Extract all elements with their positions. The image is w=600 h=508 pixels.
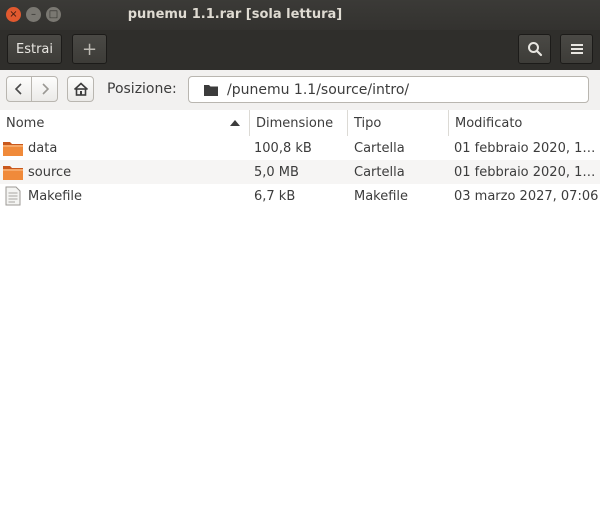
file-row[interactable]: Makefile 6,7 kB Makefile 03 marzo 2027, … xyxy=(0,184,600,208)
file-name: source xyxy=(28,164,72,180)
search-icon xyxy=(527,42,542,57)
column-header-size-label: Dimensione xyxy=(256,115,334,131)
file-size: 6,7 kB xyxy=(254,188,296,204)
file-type: Cartella xyxy=(354,140,405,156)
file-row[interactable]: data 100,8 kB Cartella 01 febbraio 2020,… xyxy=(0,136,600,160)
hamburger-menu-icon xyxy=(570,44,583,54)
location-field[interactable]: /punemu 1.1/source/intro/ xyxy=(188,76,589,103)
file-type: Makefile xyxy=(354,188,409,204)
location-path: /punemu 1.1/source/intro/ xyxy=(227,81,410,98)
forward-button[interactable] xyxy=(31,76,58,102)
file-size: 5,0 MB xyxy=(254,164,299,180)
search-button[interactable] xyxy=(518,34,551,64)
column-header-type[interactable]: Tipo xyxy=(348,110,449,136)
file-row[interactable]: source 5,0 MB Cartella 01 febbraio 2020,… xyxy=(0,160,600,184)
file-modified: 01 febbraio 2020, 1… xyxy=(454,140,596,156)
title-bar: × – □ punemu 1.1.rar [sola lettura] xyxy=(0,0,600,30)
main-menu-button[interactable] xyxy=(560,34,593,64)
folder-icon xyxy=(3,166,23,180)
extract-button-label: Estrai xyxy=(15,41,53,57)
location-label: Posizione: xyxy=(107,81,177,97)
back-button[interactable] xyxy=(6,76,32,102)
file-modified: 03 marzo 2027, 07:06 xyxy=(454,188,599,204)
column-header-modified[interactable]: Modificato xyxy=(449,110,600,136)
chevron-left-icon xyxy=(14,83,22,95)
folder-icon xyxy=(3,142,23,156)
sort-ascending-icon xyxy=(230,120,240,126)
text-file-icon xyxy=(5,186,21,206)
file-list-header: Nome Dimensione Tipo Modificato xyxy=(0,110,600,137)
file-type: Cartella xyxy=(354,164,405,180)
column-header-modified-label: Modificato xyxy=(455,115,523,131)
extract-button[interactable]: Estrai xyxy=(7,34,62,64)
header-toolbar: Estrai + xyxy=(0,30,600,70)
home-button[interactable] xyxy=(67,76,94,102)
column-header-type-label: Tipo xyxy=(354,115,382,131)
home-icon xyxy=(73,82,88,96)
file-name: data xyxy=(28,140,58,156)
folder-icon xyxy=(204,84,218,96)
chevron-right-icon xyxy=(41,83,49,95)
location-bar: Posizione: /punemu 1.1/source/intro/ xyxy=(0,70,600,111)
add-icon: + xyxy=(81,38,98,60)
file-size: 100,8 kB xyxy=(254,140,312,156)
file-modified: 01 febbraio 2020, 1… xyxy=(454,164,596,180)
column-header-name-label: Nome xyxy=(6,115,45,131)
column-header-name[interactable]: Nome xyxy=(0,110,250,136)
window-title: punemu 1.1.rar [sola lettura] xyxy=(127,7,343,22)
file-name: Makefile xyxy=(28,188,83,204)
column-header-size[interactable]: Dimensione xyxy=(250,110,348,136)
add-files-button[interactable]: + xyxy=(72,34,107,64)
